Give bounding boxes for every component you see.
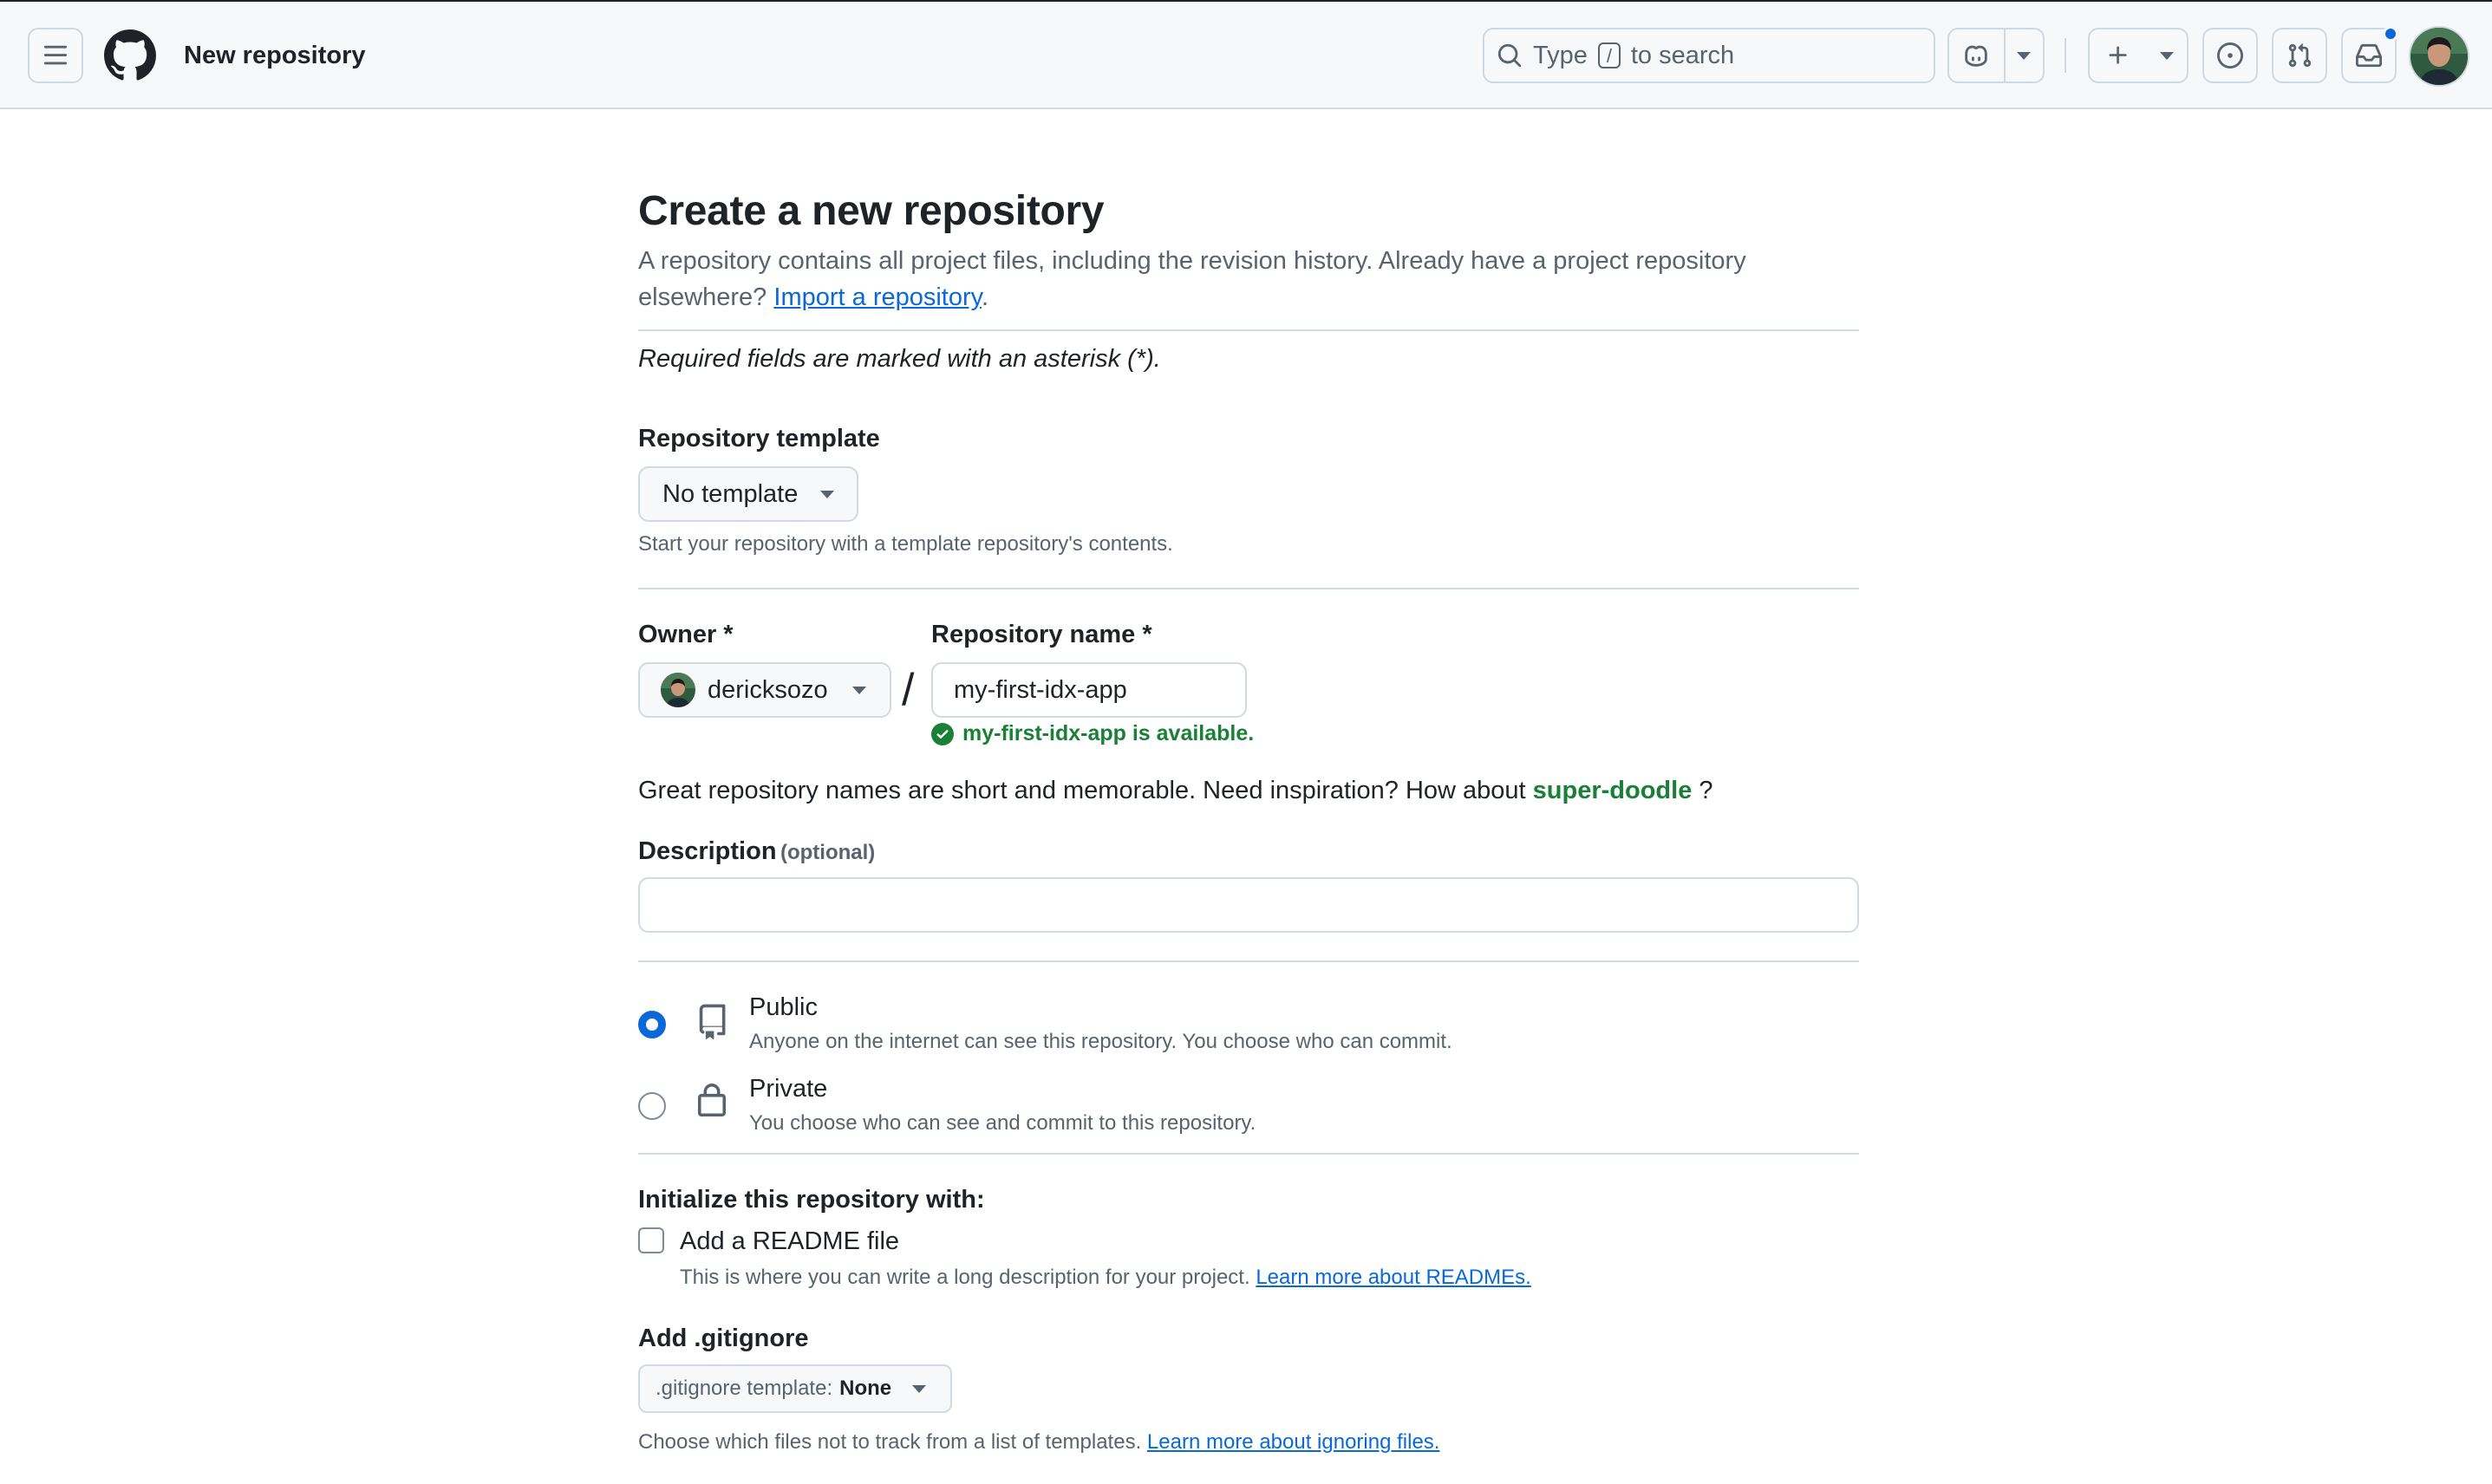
visibility-private-title: Private (749, 1075, 828, 1103)
issues-button[interactable] (2202, 28, 2258, 83)
user-avatar[interactable] (2410, 28, 2468, 85)
menu-button[interactable] (28, 28, 83, 83)
plus-icon (2109, 46, 2127, 64)
readme-hint: This is where you can write a long descr… (680, 1266, 1250, 1289)
template-hint: Start your repository with a template re… (638, 532, 1173, 556)
gitignore-button-prefix: .gitignore template: (656, 1377, 833, 1400)
inspiration-end: ? (1699, 777, 1713, 804)
visibility-private-radio[interactable] (638, 1092, 666, 1120)
readme-label[interactable]: Add a README file (680, 1227, 899, 1256)
search-icon (1497, 43, 1522, 68)
repo-name-value: my-first-idx-app (954, 675, 1127, 704)
chevron-down-icon (2017, 51, 2032, 60)
avatar-image (2410, 28, 2468, 85)
owner-label: Owner * (638, 621, 734, 648)
template-label: Repository template (638, 425, 880, 452)
import-repository-link[interactable]: Import a repository (773, 283, 982, 311)
owner-select[interactable]: dericksozo (638, 662, 891, 718)
divider (638, 960, 1859, 962)
chevron-down-icon (851, 686, 866, 694)
readme-checkbox[interactable] (638, 1227, 664, 1253)
create-new-dropdown-button[interactable] (2147, 29, 2187, 81)
divider (638, 329, 1859, 331)
create-new-button[interactable] (2090, 29, 2147, 81)
visibility-public-title: Public (749, 993, 818, 1021)
gitignore-hint: Choose which files not to track from a l… (638, 1430, 1142, 1454)
divider (638, 1153, 1859, 1155)
issue-opened-icon (2217, 42, 2243, 68)
visibility-public-radio[interactable] (638, 1011, 666, 1038)
owner-repo-separator: / (902, 665, 915, 715)
copilot-dropdown-button[interactable] (2006, 29, 2043, 81)
learn-more-ignoring-files-link[interactable]: Learn more about ignoring files. (1147, 1430, 1440, 1454)
hamburger-icon (43, 45, 68, 65)
visibility-public-desc: Anyone on the internet can see this repo… (749, 1030, 1452, 1053)
global-header: New repository Type / to search (0, 2, 2492, 109)
chevron-down-icon (820, 490, 835, 498)
search-shortcut-key: / (1597, 42, 1621, 68)
search-input[interactable]: Type / to search (1483, 28, 1935, 83)
template-select[interactable]: No template (638, 466, 858, 522)
visibility-private-desc: You choose who can see and commit to thi… (749, 1111, 1256, 1135)
owner-value: dericksozo (708, 675, 828, 704)
intro-text: A repository contains all project files,… (638, 243, 1859, 316)
description-label: Description (638, 837, 777, 865)
name-suggestion-button[interactable]: super-doodle (1533, 777, 1693, 804)
git-pull-request-icon (2288, 43, 2312, 68)
inspiration-prompt: Great repository names are short and mem… (638, 777, 1526, 804)
github-logo-icon[interactable] (104, 29, 156, 81)
repo-name-availability: my-first-idx-app is available. (931, 721, 1254, 746)
intro-end: . (982, 283, 989, 311)
copilot-button[interactable] (1949, 29, 2004, 81)
notification-indicator (2383, 26, 2398, 42)
description-input[interactable] (638, 877, 1859, 933)
learn-more-readmes-link[interactable]: Learn more about READMEs. (1256, 1266, 1530, 1289)
search-prefix: Type (1533, 41, 1588, 69)
repo-name-label: Repository name * (931, 621, 1152, 648)
gitignore-hint-row: Choose which files not to track from a l… (638, 1430, 1439, 1455)
check-circle-icon (931, 722, 954, 745)
repo-icon (699, 1004, 726, 1040)
copilot-icon (1965, 45, 1988, 67)
initialize-heading: Initialize this repository with: (638, 1186, 985, 1214)
search-suffix: to search (1630, 41, 1735, 69)
description-label-row: Description (optional) (638, 837, 875, 866)
pull-requests-button[interactable] (2272, 28, 2327, 83)
lock-icon (697, 1084, 727, 1116)
create-new-button-group (2088, 28, 2189, 83)
gitignore-heading: Add .gitignore (638, 1325, 809, 1352)
repo-name-input[interactable]: my-first-idx-app (931, 662, 1247, 718)
gitignore-template-select[interactable]: .gitignore template: None (638, 1364, 952, 1413)
inbox-icon (2356, 43, 2382, 68)
page-title: Create a new repository (638, 188, 1105, 234)
gitignore-button-value: None (839, 1377, 892, 1400)
chevron-down-icon (2160, 51, 2174, 60)
required-fields-note: Required fields are marked with an aster… (638, 345, 1161, 373)
chevron-down-icon (912, 1384, 927, 1393)
availability-text: my-first-idx-app is available. (962, 721, 1255, 745)
copilot-button-group (1947, 28, 2045, 83)
description-optional: (optional) (780, 841, 876, 864)
readme-hint-row: This is where you can write a long descr… (680, 1266, 1531, 1290)
header-divider (2065, 38, 2066, 73)
inspiration-text: Great repository names are short and mem… (638, 777, 1713, 805)
divider (638, 588, 1859, 589)
template-selected: No template (662, 479, 799, 508)
page-breadcrumb[interactable]: New repository (184, 40, 366, 71)
owner-avatar (661, 673, 695, 707)
